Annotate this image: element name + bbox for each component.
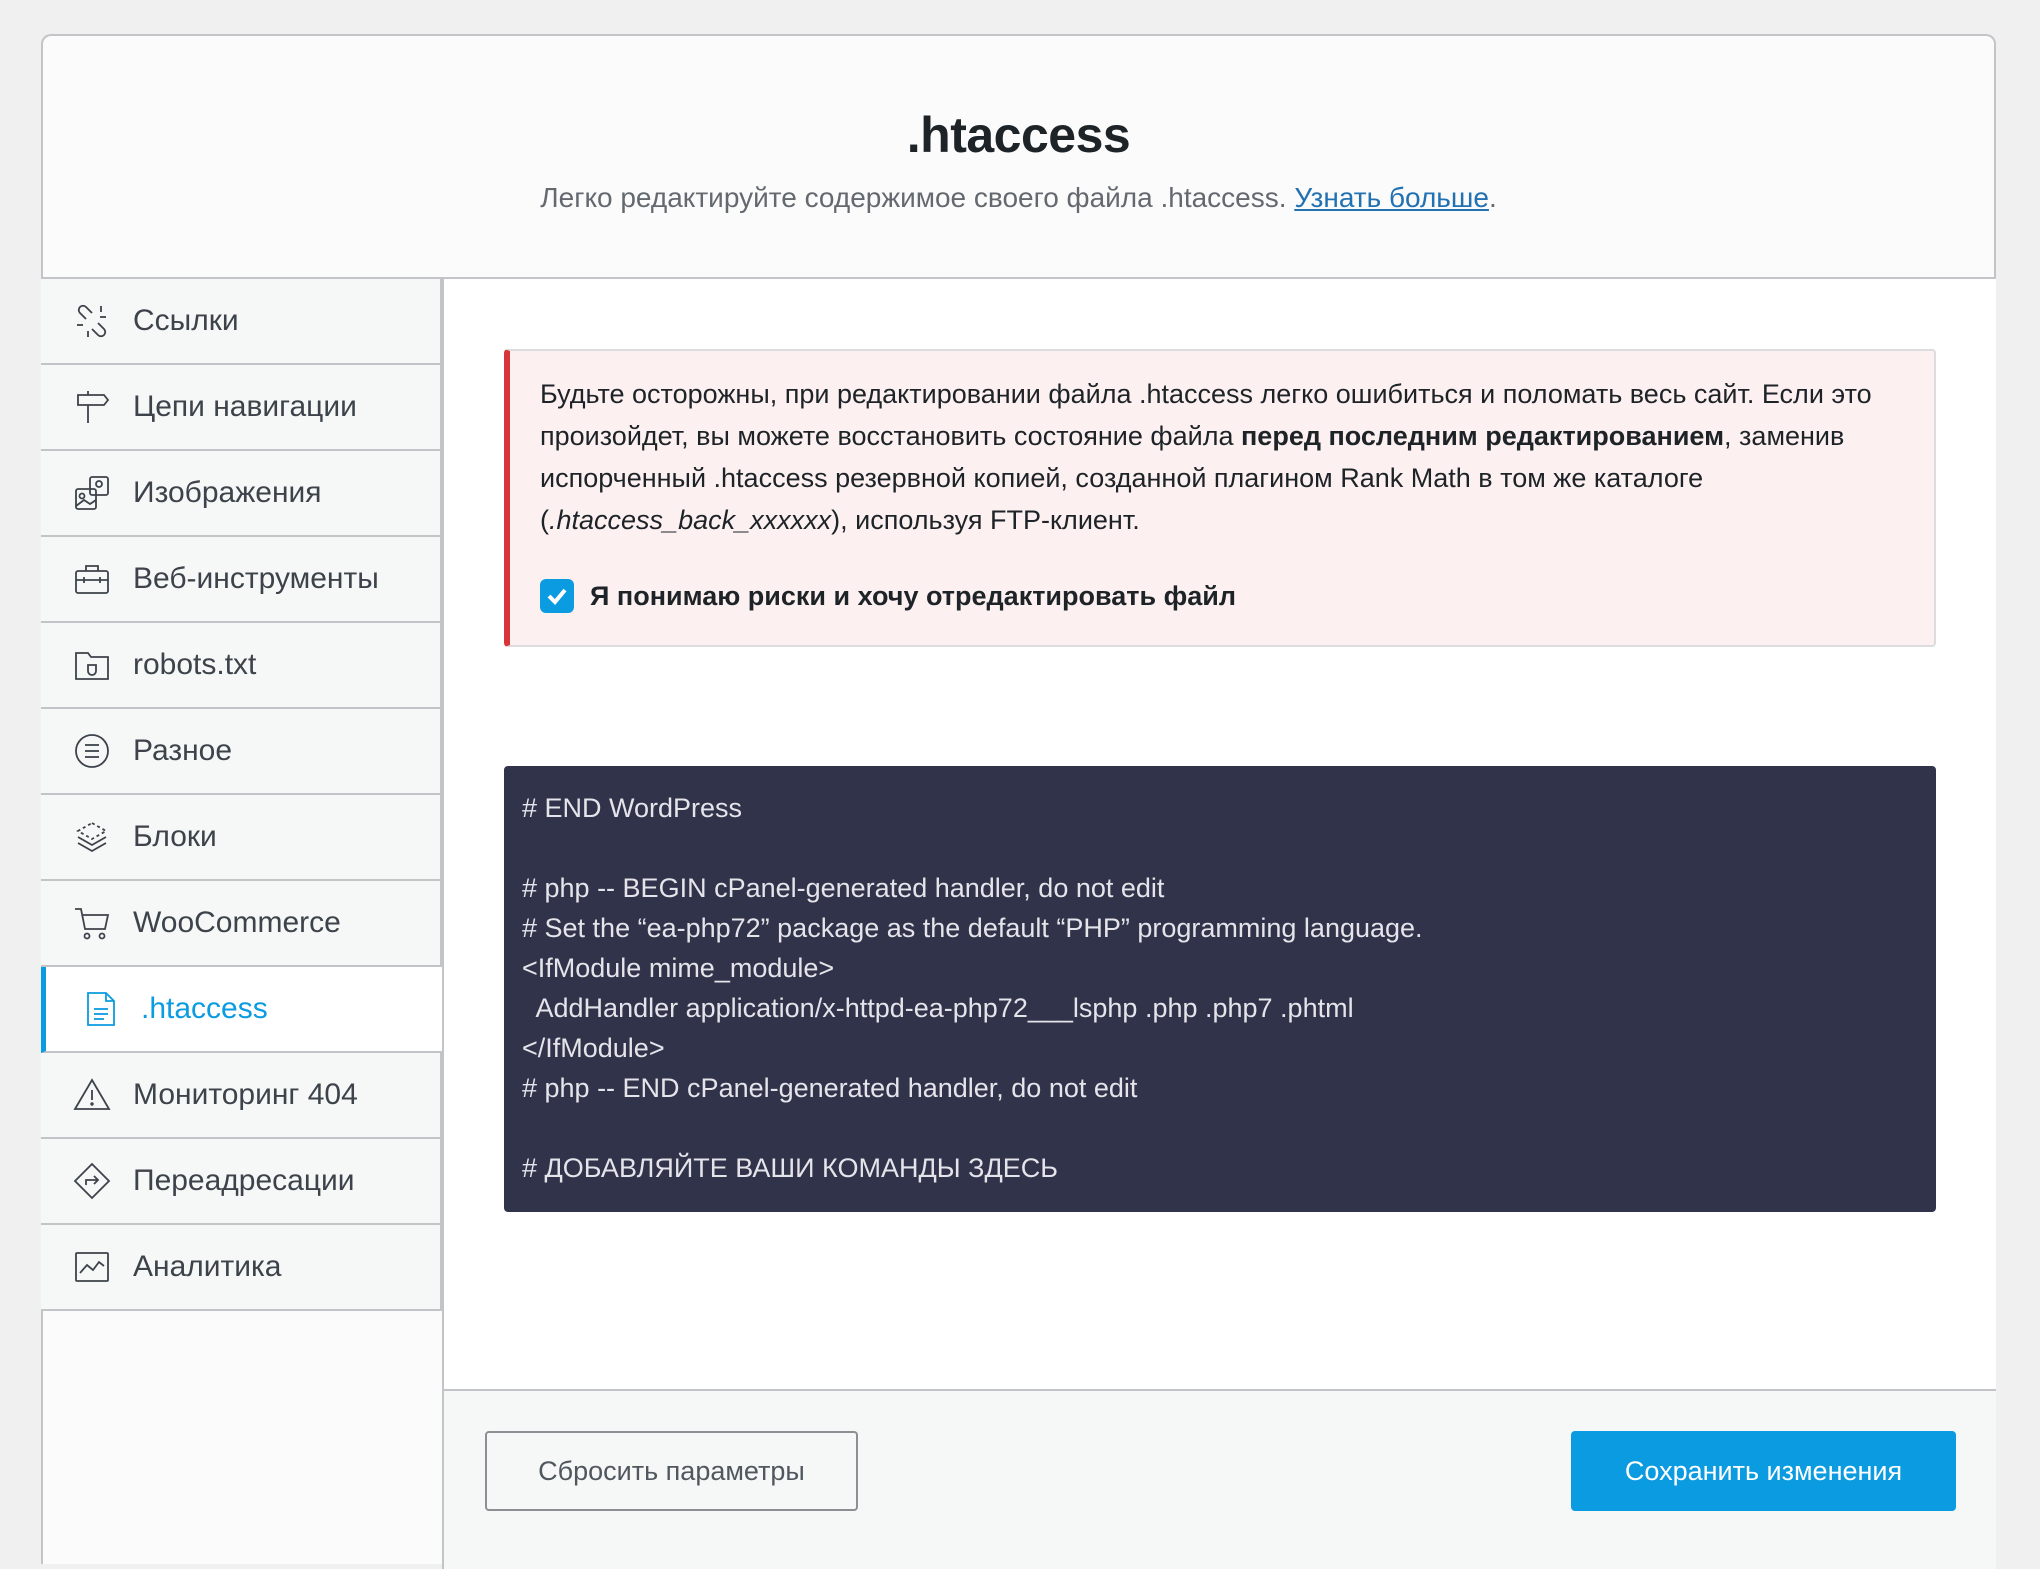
sidebar-item-analytics[interactable]: Аналитика — [41, 1225, 442, 1311]
reset-button[interactable]: Сбросить параметры — [485, 1431, 858, 1511]
sidebar-item-label: Переадресации — [133, 1164, 355, 1197]
sidebar-item-label: Блоки — [133, 820, 217, 853]
sidebar-item-404-monitor[interactable]: Мониторинг 404 — [41, 1053, 442, 1139]
toolbox-icon — [71, 558, 113, 600]
sidebar-item-label: Аналитика — [133, 1250, 282, 1283]
warning-text: Будьте осторожны, при редактировании фай… — [540, 379, 1872, 535]
htaccess-code-editor[interactable]: # END WordPress # php -- BEGIN cPanel-ge… — [504, 766, 1936, 1212]
footer-actions: Сбросить параметры Сохранить изменения — [442, 1389, 1996, 1569]
cart-icon — [71, 902, 113, 944]
blocks-icon — [71, 816, 113, 858]
warning-notice: Будьте осторожны, при редактировании фай… — [504, 349, 1936, 647]
sidebar-item-images[interactable]: Изображения — [41, 451, 442, 537]
sidebar-item-label: WooCommerce — [133, 906, 341, 939]
images-icon — [71, 472, 113, 514]
signpost-icon — [71, 386, 113, 428]
list-icon — [71, 730, 113, 772]
sidebar-item-label: .htaccess — [141, 992, 268, 1025]
sidebar-item-webmaster-tools[interactable]: Веб-инструменты — [41, 537, 442, 623]
sidebar-item-redirections[interactable]: Переадресации — [41, 1139, 442, 1225]
agree-checkbox-label: Я понимаю риски и хочу отредактировать ф… — [590, 581, 1236, 611]
sidebar-item-label: Веб-инструменты — [133, 562, 379, 595]
settings-panel: .htaccess Легко редактируйте содержимое … — [41, 34, 1996, 1569]
redirect-icon — [71, 1160, 113, 1202]
agree-checkbox[interactable] — [540, 579, 574, 613]
page-header: .htaccess Легко редактируйте содержимое … — [43, 36, 1994, 279]
sidebar-item-robots[interactable]: robots.txt — [41, 623, 442, 709]
save-button[interactable]: Сохранить изменения — [1571, 1431, 1956, 1511]
sidebar-nav: Ссылки Цепи навигации Изображения Веб-ин… — [41, 279, 442, 1311]
sidebar-item-links[interactable]: Ссылки — [41, 279, 442, 365]
sidebar-item-label: Цепи навигации — [133, 390, 357, 423]
file-icon — [79, 988, 121, 1030]
sidebar-item-misc[interactable]: Разное — [41, 709, 442, 795]
sidebar-item-label: Разное — [133, 734, 233, 767]
checkmark-icon — [547, 588, 567, 605]
warning-icon — [71, 1074, 113, 1116]
folder-icon — [71, 644, 113, 686]
agree-checkbox-row[interactable]: Я понимаю риски и хочу отредактировать ф… — [540, 575, 1236, 617]
sidebar-item-breadcrumbs[interactable]: Цепи навигации — [41, 365, 442, 451]
analytics-icon — [71, 1246, 113, 1288]
sidebar-item-woocommerce[interactable]: WooCommerce — [41, 881, 442, 967]
sidebar-item-label: Мониторинг 404 — [133, 1078, 358, 1111]
sidebar-item-label: robots.txt — [133, 648, 257, 681]
learn-more-link[interactable]: Узнать больше — [1294, 182, 1489, 213]
page-title: .htaccess — [906, 107, 1131, 163]
link-icon — [71, 300, 113, 342]
sidebar-item-htaccess[interactable]: .htaccess — [41, 967, 442, 1053]
page-description: Легко редактируйте содержимое своего фай… — [540, 182, 1497, 213]
sidebar-item-label: Изображения — [133, 476, 322, 509]
sidebar-item-label: Ссылки — [133, 304, 239, 337]
sidebar-item-blocks[interactable]: Блоки — [41, 795, 442, 881]
main-content: Будьте осторожны, при редактировании фай… — [442, 279, 1996, 1389]
